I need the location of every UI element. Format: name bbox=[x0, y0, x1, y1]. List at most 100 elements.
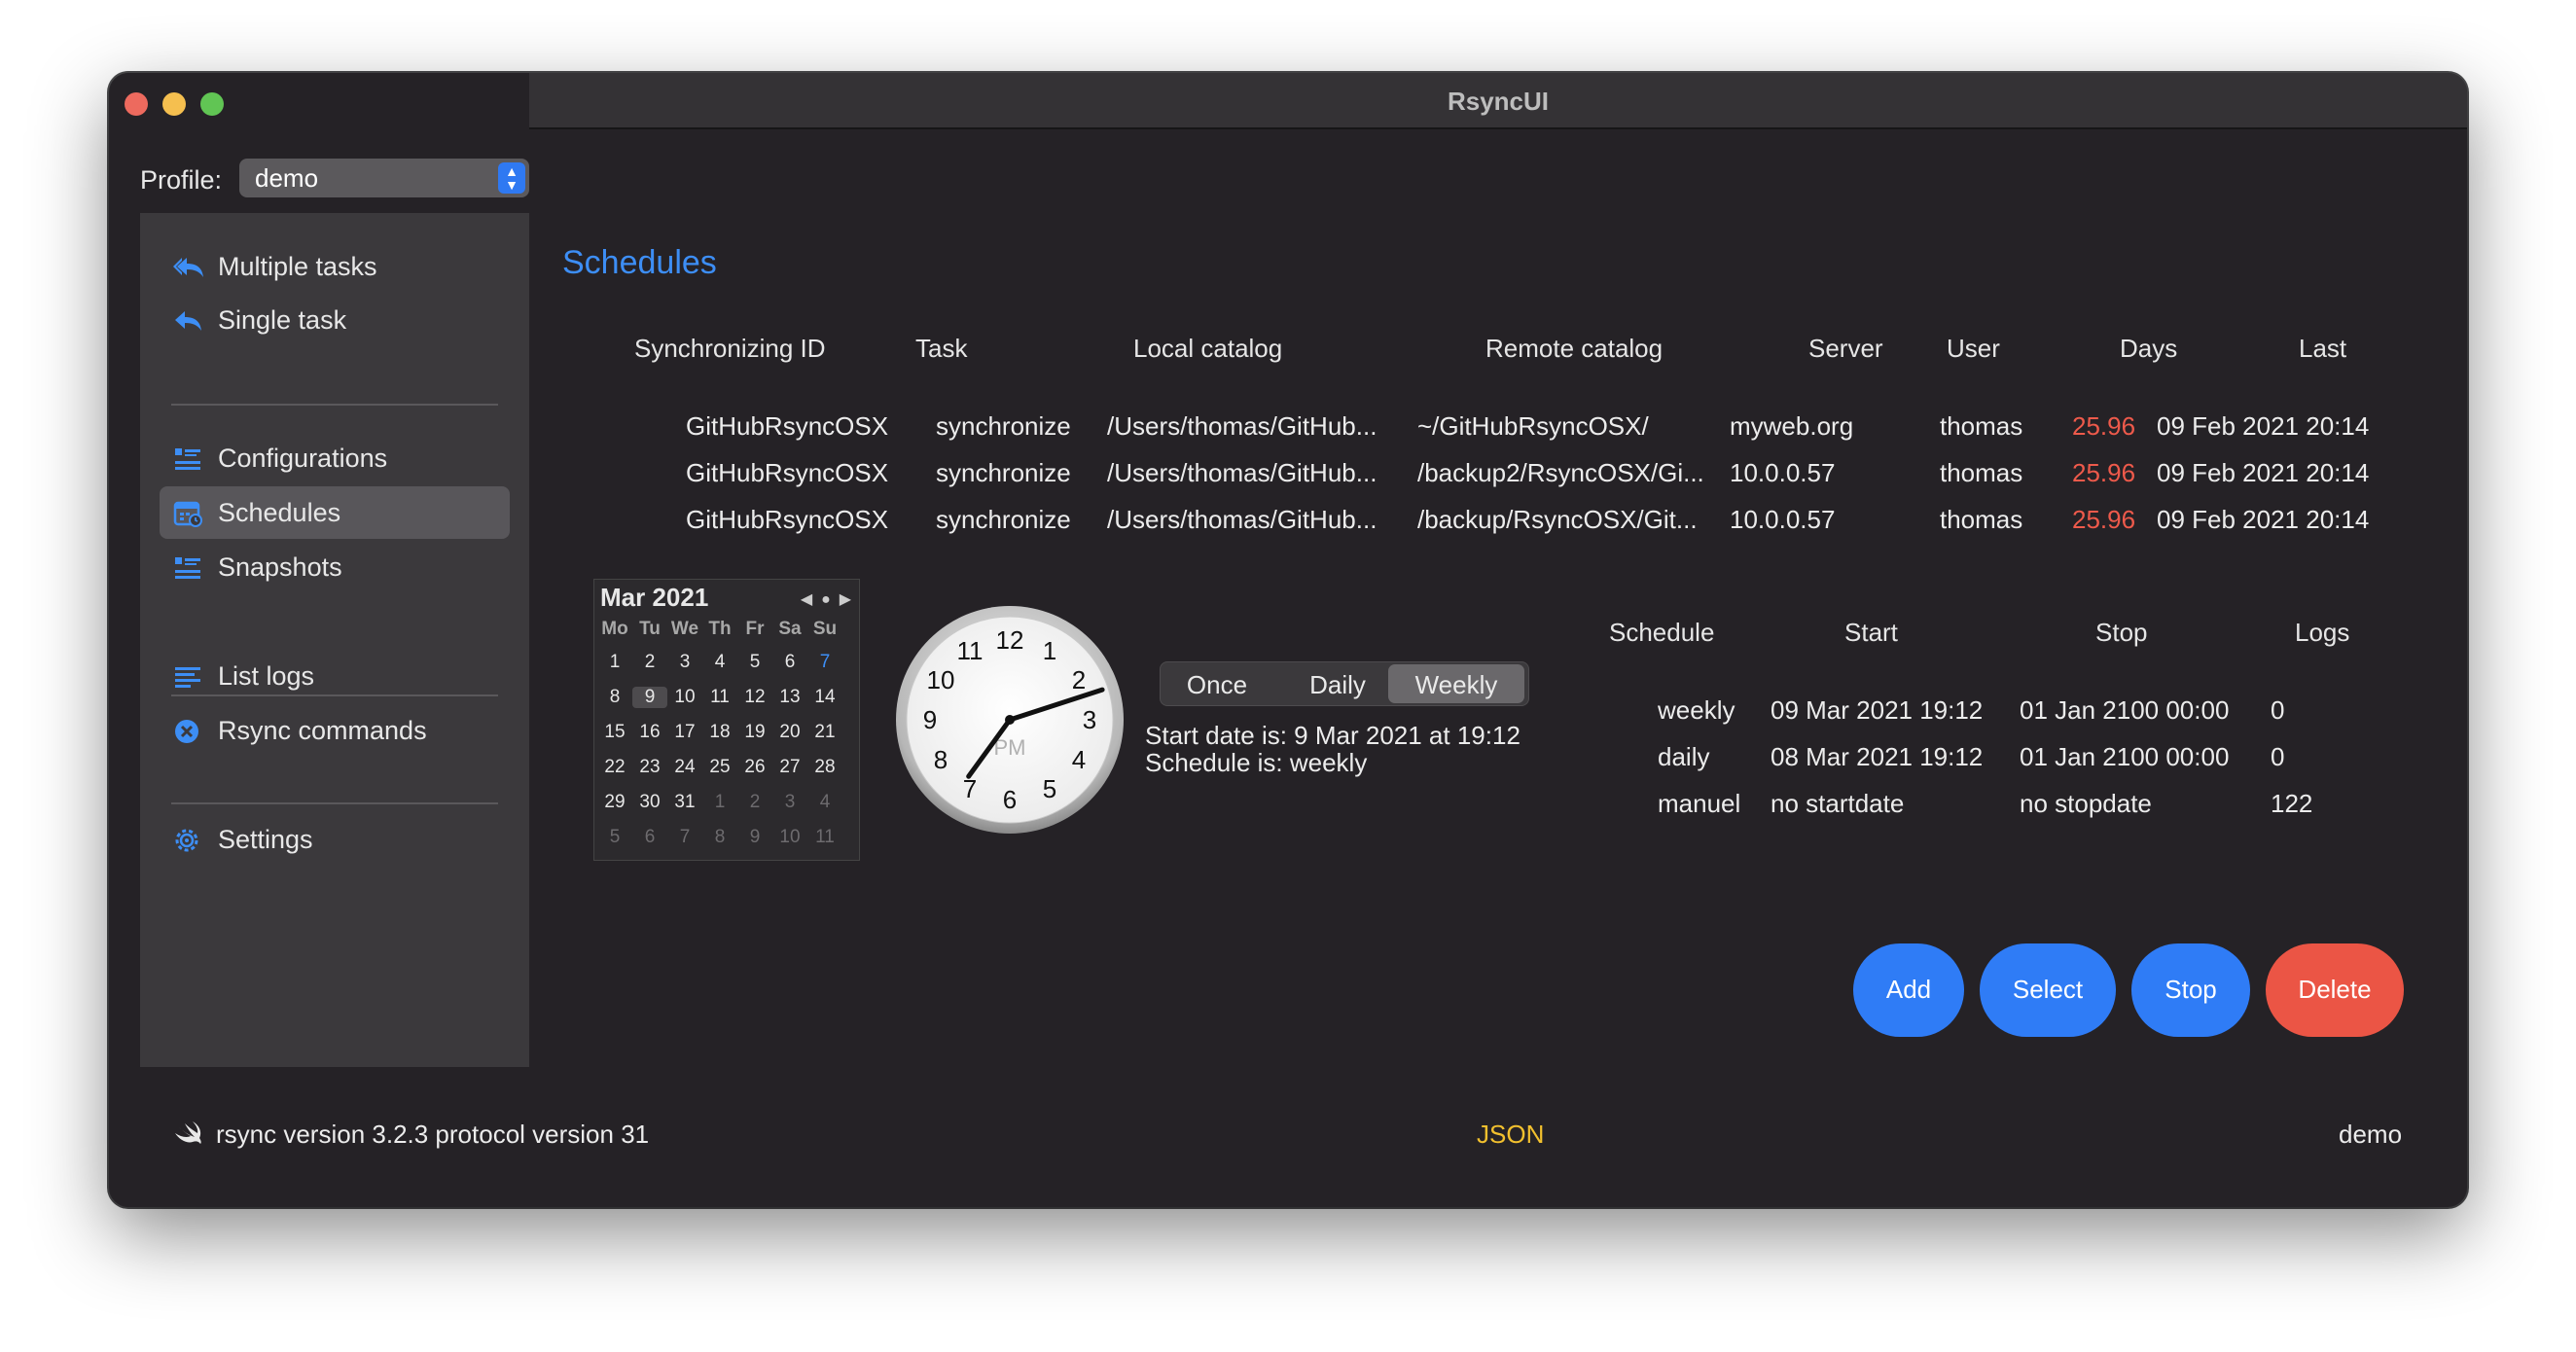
days-value: 25.96 bbox=[2072, 505, 2136, 534]
analog-clock[interactable]: 12 1 2 3 4 5 6 7 8 9 10 11 PM bbox=[895, 605, 1125, 835]
calendar-day[interactable]: 28 bbox=[807, 757, 842, 778]
calendar-day[interactable]: 26 bbox=[737, 757, 772, 778]
column-header[interactable]: Logs bbox=[2295, 618, 2349, 648]
column-header[interactable]: Schedule bbox=[1609, 618, 1714, 648]
title-bar: RsyncUI bbox=[109, 73, 2467, 129]
clock-number: 11 bbox=[957, 636, 984, 665]
calendar-day[interactable]: 11 bbox=[807, 827, 842, 848]
calendar-day[interactable]: 10 bbox=[772, 827, 807, 848]
calendar-day[interactable]: 31 bbox=[667, 792, 702, 813]
select-button[interactable]: Select bbox=[1980, 943, 2116, 1037]
sidebar-item-list-logs[interactable]: List logs bbox=[160, 650, 510, 702]
close-window-button[interactable] bbox=[125, 92, 148, 116]
sidebar-item-configurations[interactable]: Configurations bbox=[160, 432, 510, 484]
calendar-day[interactable]: 16 bbox=[632, 722, 667, 743]
column-header[interactable]: Last bbox=[2299, 334, 2346, 364]
segment-weekly[interactable]: Weekly bbox=[1388, 664, 1524, 703]
sidebar-item-label: Schedules bbox=[218, 498, 341, 527]
calendar-day[interactable]: 5 bbox=[737, 652, 772, 673]
sidebar-item-settings[interactable]: Settings bbox=[160, 813, 510, 866]
table-cell: synchronize bbox=[936, 458, 1071, 487]
calendar-day[interactable]: 27 bbox=[772, 757, 807, 778]
calendar-day[interactable]: 23 bbox=[632, 757, 667, 778]
calendar-day[interactable]: 9 bbox=[632, 687, 667, 708]
calendar-day[interactable]: 19 bbox=[737, 722, 772, 743]
profile-select[interactable]: demo ▲ ▼ bbox=[239, 159, 529, 197]
column-header[interactable]: Start bbox=[1844, 618, 1898, 648]
zoom-window-button[interactable] bbox=[200, 92, 224, 116]
calendar-day[interactable]: 4 bbox=[702, 652, 737, 673]
calendar-day[interactable]: 30 bbox=[632, 792, 667, 813]
calendar-day[interactable]: 4 bbox=[807, 792, 842, 813]
calendar-weekday: Sa bbox=[778, 619, 802, 639]
stop-button[interactable]: Stop bbox=[2131, 943, 2250, 1037]
column-header[interactable]: User bbox=[1947, 334, 2000, 364]
calendar-day[interactable]: 1 bbox=[702, 792, 737, 813]
table-cell: 122 bbox=[2271, 789, 2313, 818]
calendar-day[interactable]: 8 bbox=[702, 827, 737, 848]
column-header[interactable]: Local catalog bbox=[1133, 334, 1282, 364]
sidebar-item-label: List logs bbox=[218, 661, 315, 691]
calendar-day[interactable]: 6 bbox=[632, 827, 667, 848]
sidebar-item-rsync-commands[interactable]: Rsync commands bbox=[160, 704, 510, 757]
sidebar-item-snapshots[interactable]: Snapshots bbox=[160, 541, 510, 593]
sidebar-item-label: Configurations bbox=[218, 444, 388, 473]
today-dot-icon[interactable]: ● bbox=[821, 591, 831, 608]
calendar-day[interactable]: 7 bbox=[667, 827, 702, 848]
table-cell: thomas bbox=[1940, 458, 2023, 487]
segment-daily[interactable]: Daily bbox=[1275, 664, 1400, 703]
multiple-tasks-icon bbox=[173, 254, 203, 281]
calendar-day[interactable]: 13 bbox=[772, 687, 807, 708]
calendar-day[interactable]: 21 bbox=[807, 722, 842, 743]
sidebar: Multiple tasks Single task Configuration… bbox=[140, 213, 529, 1067]
sidebar-item-label: Settings bbox=[218, 825, 313, 854]
calendar-day[interactable]: 2 bbox=[737, 792, 772, 813]
calendar-day[interactable]: 5 bbox=[597, 827, 632, 848]
calendar-day[interactable]: 6 bbox=[772, 652, 807, 673]
page-title: Schedules bbox=[562, 244, 717, 281]
calendar-day[interactable]: 8 bbox=[597, 687, 632, 708]
next-month-icon[interactable]: ▶ bbox=[840, 591, 851, 608]
table-cell: thomas bbox=[1940, 505, 2023, 534]
column-header[interactable]: Stop bbox=[2095, 618, 2148, 648]
calendar-day[interactable]: 11 bbox=[702, 687, 737, 708]
column-header[interactable]: Server bbox=[1808, 334, 1883, 364]
calendar-day[interactable]: 7 bbox=[807, 652, 842, 673]
calendar-day[interactable]: 20 bbox=[772, 722, 807, 743]
calendar-day[interactable]: 3 bbox=[772, 792, 807, 813]
previous-month-icon[interactable]: ◀ bbox=[801, 591, 812, 608]
add-button[interactable]: Add bbox=[1853, 943, 1964, 1037]
delete-button[interactable]: Delete bbox=[2266, 943, 2404, 1037]
sidebar-item-single-task[interactable]: Single task bbox=[160, 294, 510, 346]
calendar-day[interactable]: 10 bbox=[667, 687, 702, 708]
calendar-day[interactable]: 25 bbox=[702, 757, 737, 778]
column-header[interactable]: Synchronizing ID bbox=[634, 334, 826, 364]
calendar-day[interactable]: 15 bbox=[597, 722, 632, 743]
sidebar-item-schedules[interactable]: Schedules bbox=[160, 486, 510, 539]
column-header[interactable]: Remote catalog bbox=[1485, 334, 1663, 364]
days-value: 25.96 bbox=[2072, 411, 2136, 441]
calendar-day[interactable]: 9 bbox=[737, 827, 772, 848]
calendar-day[interactable]: 3 bbox=[667, 652, 702, 673]
single-task-icon bbox=[173, 307, 202, 335]
calendar-day[interactable]: 24 bbox=[667, 757, 702, 778]
calendar-day[interactable]: 2 bbox=[632, 652, 667, 673]
sidebar-item-multiple-tasks[interactable]: Multiple tasks bbox=[160, 240, 510, 293]
calendar-day[interactable]: 1 bbox=[597, 652, 632, 673]
calendar-day[interactable]: 12 bbox=[737, 687, 772, 708]
minimize-window-button[interactable] bbox=[162, 92, 186, 116]
clock-number: 4 bbox=[1072, 745, 1086, 774]
table-cell: 09 Feb 2021 20:14 bbox=[2157, 458, 2370, 487]
schedule-type-segmented-control[interactable]: Once Daily Weekly bbox=[1160, 661, 1529, 706]
calendar-day[interactable]: 14 bbox=[807, 687, 842, 708]
rsync-commands-icon bbox=[173, 718, 202, 745]
calendar-day[interactable]: 22 bbox=[597, 757, 632, 778]
calendar-day[interactable]: 29 bbox=[597, 792, 632, 813]
calendar-day[interactable]: 18 bbox=[702, 722, 737, 743]
segment-once[interactable]: Once bbox=[1163, 664, 1271, 703]
column-header[interactable]: Task bbox=[915, 334, 967, 364]
table-cell: 08 Mar 2021 19:12 bbox=[1771, 742, 1984, 771]
calendar-day[interactable]: 17 bbox=[667, 722, 702, 743]
column-header[interactable]: Days bbox=[2120, 334, 2177, 364]
date-picker-calendar[interactable]: Mar 2021 ◀ ● ▶ Mo Tu We Th Fr Sa Su 1 2 3 4 5 6 7 8 9 10… bbox=[593, 579, 860, 861]
